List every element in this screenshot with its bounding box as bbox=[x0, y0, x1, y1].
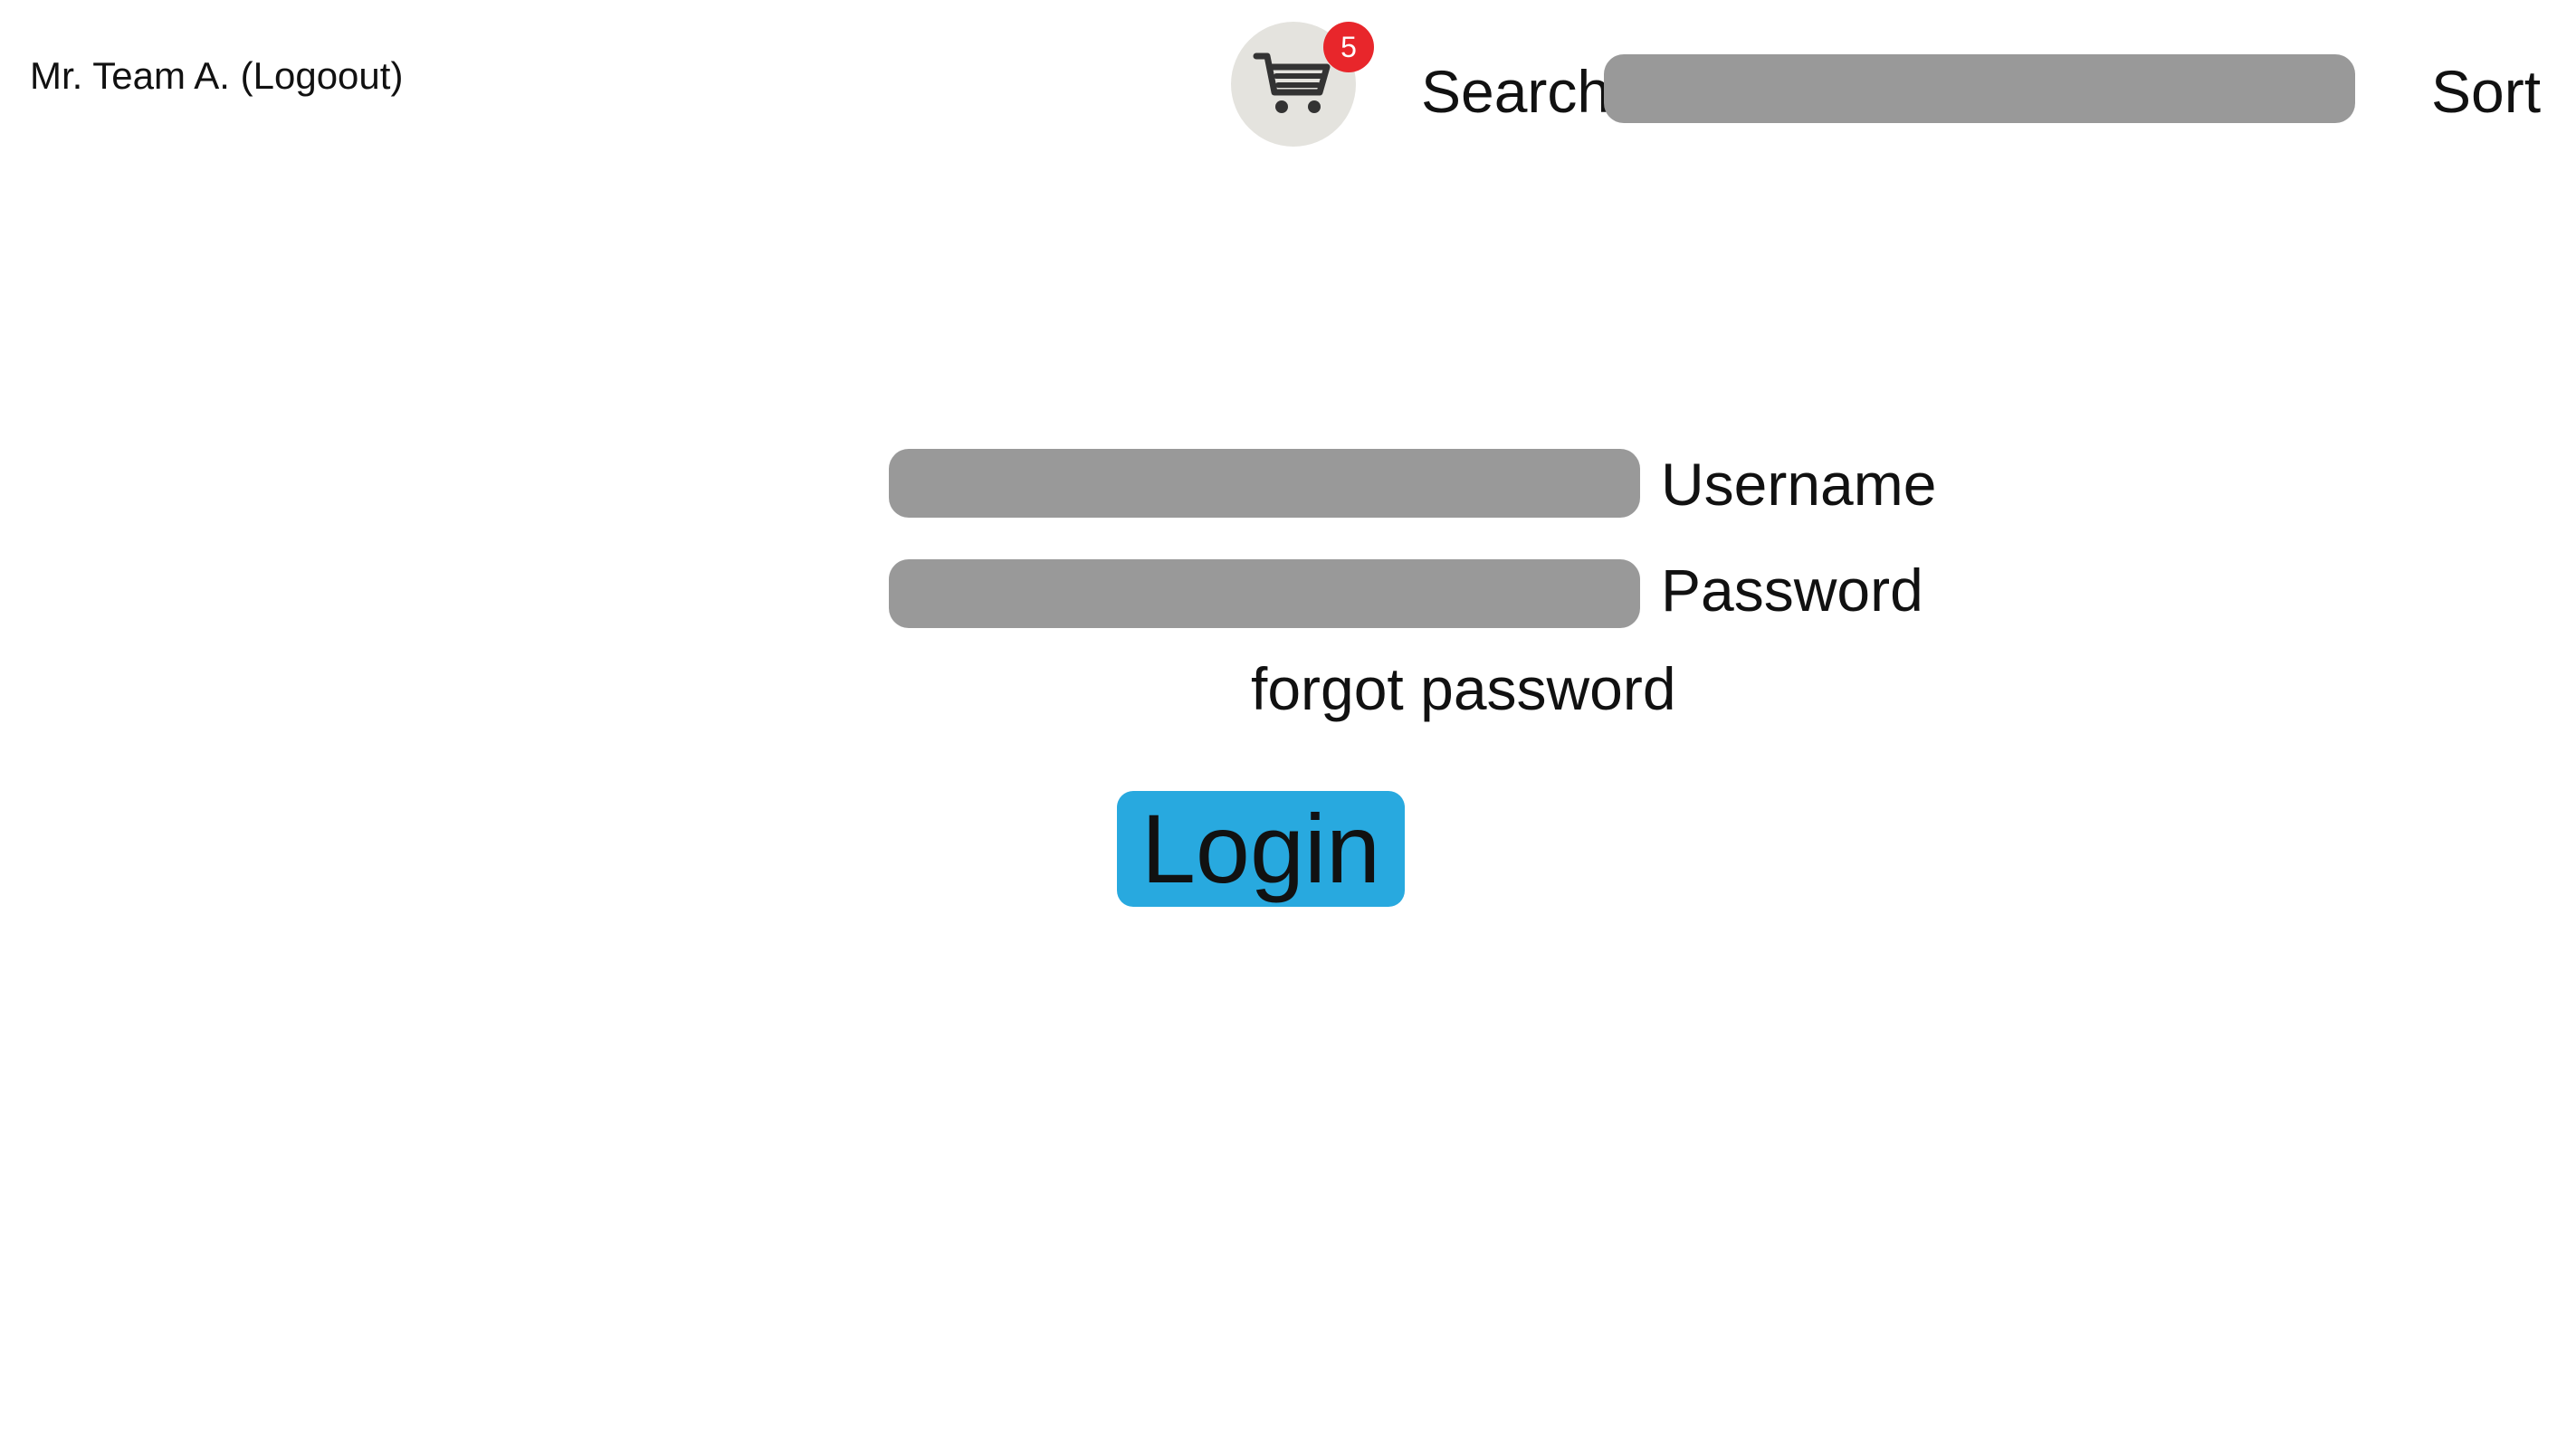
password-label: Password bbox=[1661, 557, 1923, 624]
user-logout-link[interactable]: Mr. Team A. (Logoout) bbox=[30, 52, 403, 100]
username-input[interactable] bbox=[889, 449, 1640, 518]
cart-count-badge: 5 bbox=[1323, 22, 1374, 72]
forgot-password-link[interactable]: forgot password bbox=[1251, 659, 1676, 719]
search-label: Search bbox=[1421, 58, 1611, 125]
search-input[interactable] bbox=[1604, 54, 2355, 123]
shopping-cart-icon bbox=[1253, 52, 1331, 113]
username-label: Username bbox=[1661, 451, 1937, 518]
sort-button[interactable]: Sort bbox=[2431, 62, 2541, 121]
password-input[interactable] bbox=[889, 559, 1640, 628]
login-page: Mr. Team A. (Logoout) 5 Search Sort User… bbox=[0, 0, 2576, 1448]
login-button[interactable]: Login bbox=[1117, 791, 1405, 907]
